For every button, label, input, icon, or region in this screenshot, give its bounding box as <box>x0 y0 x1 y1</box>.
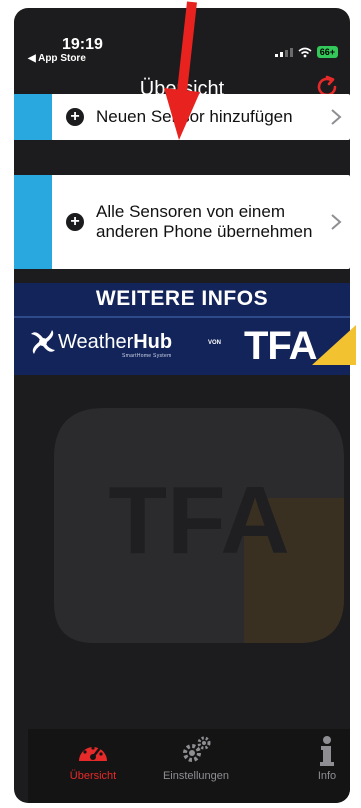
add-sensor-label: Neuen Sensor hinzufügen <box>96 106 293 126</box>
tab-bar: Übersicht Einstellungen Info <box>28 729 350 803</box>
weatherhub-logo-icon <box>31 330 55 354</box>
gears-icon <box>183 736 211 762</box>
import-sensors-label: Alle Sensoren von einem anderen Phone üb… <box>96 201 313 241</box>
tab-overview[interactable]: Übersicht <box>38 735 148 782</box>
wifi-icon <box>298 47 312 57</box>
accent-strip <box>14 94 52 140</box>
info-icon <box>320 736 334 766</box>
back-to-app-store-link[interactable]: ◀ App Store <box>28 53 86 64</box>
weatherhub-subtitle: SmartHome System <box>122 353 172 359</box>
tab-settings[interactable]: Einstellungen <box>141 735 251 782</box>
status-bar: 19:19 ◀ App Store 66+ <box>14 8 350 66</box>
weatherhub-wordmark: WeatherHub <box>58 331 172 354</box>
cellular-signal-icon <box>274 47 293 57</box>
tfa-text: TFA <box>244 325 317 365</box>
tab-overview-label: Übersicht <box>69 770 117 782</box>
battery-indicator: 66+ <box>316 46 338 58</box>
tab-settings-label: Einstellungen <box>162 770 230 782</box>
tfa-watermark: TFA <box>54 408 344 643</box>
status-time: 19:19 <box>62 36 103 53</box>
banner-title: WEITERE INFOS <box>95 287 269 310</box>
weatherhub-hub: Hub <box>133 331 173 353</box>
weatherhub-weather: Weather <box>58 331 134 353</box>
tfa-logo: TFA <box>244 325 356 365</box>
watermark-text: TFA <box>108 467 289 574</box>
more-info-banner[interactable]: WEITERE INFOS WeatherHub SmartHome Syste… <box>14 283 356 375</box>
add-sensor-button[interactable]: + Neuen Sensor hinzufügen <box>14 94 350 140</box>
banner-divider <box>14 316 350 318</box>
accent-strip <box>14 175 52 269</box>
chevron-right-icon <box>331 214 342 230</box>
tab-info[interactable]: Info <box>272 735 350 782</box>
tab-info-label: Info <box>317 770 337 782</box>
import-sensors-button[interactable]: + Alle Sensoren von einem anderen Phone … <box>14 175 350 269</box>
status-indicators: 66+ <box>274 46 338 58</box>
chevron-right-icon <box>331 109 342 125</box>
plus-circle-icon: + <box>66 108 84 126</box>
von-label: VON <box>208 340 222 346</box>
gauge-icon <box>79 746 107 761</box>
plus-circle-icon: + <box>66 213 84 231</box>
